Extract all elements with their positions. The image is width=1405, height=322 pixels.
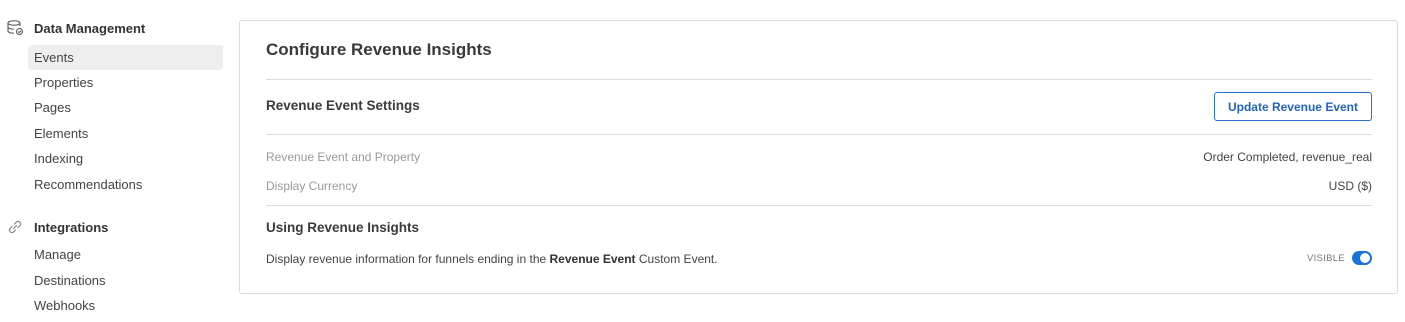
sidebar-item-properties[interactable]: Properties [28,70,223,95]
sidebar-item-manage[interactable]: Manage [28,242,223,267]
link-icon [6,218,24,236]
divider [266,205,1372,206]
sidebar-item-elements[interactable]: Elements [28,121,223,146]
visible-label: VISIBLE [1306,252,1345,264]
revenue-event-settings-heading: Revenue Event Settings [266,98,420,113]
divider [266,79,1372,80]
display-currency-value: USD ($) [1328,179,1372,193]
sidebar-item-recommendations[interactable]: Recommendations [28,172,223,197]
database-icon [6,19,24,37]
visible-toggle[interactable] [1352,251,1372,265]
using-revenue-insights-heading: Using Revenue Insights [266,220,420,235]
sidebar-item-destinations[interactable]: Destinations [28,268,223,293]
visible-control: VISIBLE [1307,251,1372,265]
page-title: Configure Revenue Insights [266,40,492,59]
description-text-end: Custom Event. [635,252,718,266]
sidebar-item-webhooks[interactable]: Webhooks [28,293,223,318]
sidebar-item-events[interactable]: Events [28,45,223,70]
revenue-insights-panel: Configure Revenue Insights Revenue Event… [239,20,1398,294]
display-currency-label: Display Currency [266,179,358,193]
divider [266,134,1372,135]
revenue-event-property-label: Revenue Event and Property [266,150,421,164]
description-bold: Revenue Event [549,252,636,266]
update-revenue-event-button[interactable]: Update Revenue Event [1213,92,1372,121]
section-data-management: Data Management [0,18,225,38]
section-label-data-management: Data Management [34,20,146,36]
sidebar: Data Management Events Properties Pages … [0,0,230,322]
section-integrations: Integrations [0,217,225,237]
section-label-integrations: Integrations [34,219,109,235]
toggle-knob [1360,253,1370,263]
revenue-event-property-value: Order Completed, revenue_real [1203,150,1372,164]
sidebar-item-indexing[interactable]: Indexing [28,146,223,171]
revenue-description: Display revenue information for funnels … [266,252,718,266]
sidebar-item-pages[interactable]: Pages [28,95,223,120]
description-text: Display revenue information for funnels … [266,252,550,266]
